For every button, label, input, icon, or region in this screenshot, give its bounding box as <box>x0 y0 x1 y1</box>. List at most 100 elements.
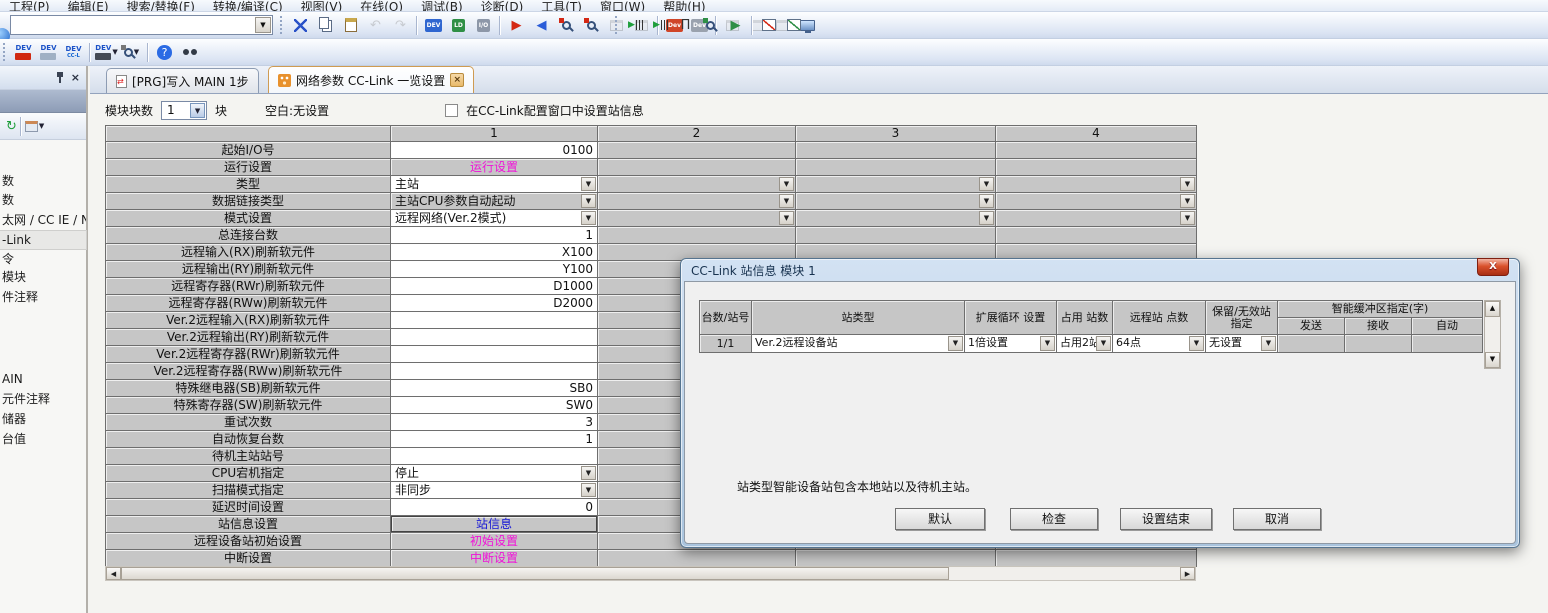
chevron-down-icon[interactable]: ▼ <box>1189 336 1204 351</box>
scroll-down-icon[interactable]: ▼ <box>1485 352 1500 368</box>
write-to-plc-icon[interactable]: ▶ <box>505 14 528 36</box>
menu-item[interactable]: 工具(T) <box>532 0 591 12</box>
param-link-cell[interactable]: 初始设置 <box>391 533 598 550</box>
paste-icon[interactable] <box>339 14 362 36</box>
close-tab-icon[interactable]: × <box>450 73 464 87</box>
chevron-down-icon[interactable]: ▼ <box>134 48 139 56</box>
sampling-trace-icon[interactable] <box>757 14 780 36</box>
param-value-cell[interactable]: 1 <box>391 227 598 244</box>
chevron-down-icon[interactable]: ▼ <box>979 194 994 208</box>
station-combo-cell[interactable]: 1倍设置▼ <box>965 335 1057 353</box>
find-icon[interactable] <box>178 41 201 63</box>
chevron-down-icon[interactable]: ▼ <box>779 211 794 225</box>
chevron-down-icon[interactable]: ▼ <box>255 17 271 33</box>
device-ccl-icon[interactable]: DEVCC-L <box>62 41 85 63</box>
toolbar-grip[interactable] <box>615 16 620 34</box>
device-test-icon[interactable]: ▶ <box>724 14 747 36</box>
verify-with-plc-icon[interactable] <box>555 14 578 36</box>
param-value-cell[interactable]: 1 <box>391 431 598 448</box>
menu-item[interactable]: 转换/编译(C) <box>204 0 292 12</box>
param-value-cell[interactable] <box>391 312 598 329</box>
param-combo-cell[interactable]: ▼ <box>796 193 996 210</box>
read-from-plc-icon[interactable]: ◀ <box>530 14 553 36</box>
chevron-down-icon[interactable]: ▼ <box>979 177 994 191</box>
sidebar-item[interactable]: 数 <box>0 172 86 190</box>
param-combo-cell[interactable]: ▼ <box>598 210 796 227</box>
toolbar-grip[interactable] <box>280 16 285 34</box>
monitor-start-icon[interactable]: ▶ <box>624 14 647 36</box>
chevron-down-icon[interactable]: ▼ <box>779 194 794 208</box>
zoom-search-icon[interactable]: ▼ <box>120 41 143 63</box>
chevron-down-icon[interactable]: ▼ <box>581 211 596 225</box>
menu-item[interactable]: 窗口(W) <box>591 0 654 12</box>
param-value-cell[interactable] <box>391 346 598 363</box>
chevron-down-icon[interactable]: ▼ <box>190 103 205 118</box>
param-combo-cell[interactable]: ▼ <box>598 176 796 193</box>
dialog-close-button[interactable]: X <box>1477 258 1509 276</box>
menu-item[interactable]: 视图(V) <box>292 0 352 12</box>
menu-item[interactable]: 调试(B) <box>412 0 472 12</box>
sidebar-item[interactable]: 令 <box>0 250 86 268</box>
param-value-cell[interactable]: 3 <box>391 414 598 431</box>
undo-icon[interactable]: ↶ <box>364 14 387 36</box>
scroll-left-icon[interactable]: ◀ <box>106 567 121 580</box>
chevron-down-icon[interactable]: ▼ <box>1180 177 1195 191</box>
scan-time-chart-icon[interactable] <box>782 14 805 36</box>
refresh-icon[interactable]: ↻ <box>6 119 17 134</box>
station-info-link-cell[interactable]: 站信息 <box>391 516 598 533</box>
device-display-icon[interactable]: DEV▼ <box>95 41 118 63</box>
param-combo-cell[interactable]: ▼ <box>598 193 796 210</box>
param-combo-cell[interactable]: ▼ <box>996 176 1197 193</box>
param-combo-cell[interactable]: 停止▼ <box>391 465 598 482</box>
view-filter-icon[interactable] <box>25 121 38 132</box>
param-link-cell[interactable]: 中断设置 <box>391 550 598 567</box>
sidebar-item[interactable]: 台值 <box>0 430 86 448</box>
param-value-cell[interactable]: SB0 <box>391 380 598 397</box>
setting-end-button[interactable]: 设置结束 <box>1120 508 1212 530</box>
tab-network-parameter-cclink[interactable]: 网络参数 CC-Link 一览设置 × <box>268 66 474 93</box>
sidebar-item[interactable]: 数 <box>0 191 86 209</box>
sidebar-item[interactable]: 模块 <box>0 268 86 286</box>
chevron-down-icon[interactable]: ▼ <box>1096 336 1111 351</box>
param-value-cell[interactable] <box>391 329 598 346</box>
param-combo-cell[interactable]: 远程网络(Ver.2模式)▼ <box>391 210 598 227</box>
default-button[interactable]: 默认 <box>895 508 985 530</box>
check-button[interactable]: 检查 <box>1010 508 1098 530</box>
param-value-cell[interactable]: D1000 <box>391 278 598 295</box>
cclink-config-window-checkbox[interactable] <box>445 104 458 117</box>
sidebar-item[interactable]: 储器 <box>0 410 86 428</box>
param-combo-cell[interactable]: 主站▼ <box>391 176 598 193</box>
sidebar-item[interactable]: 件注释 <box>0 288 86 306</box>
chevron-down-icon[interactable]: ▼ <box>1180 194 1195 208</box>
station-table-scrollbar[interactable]: ▲ ▼ <box>1484 300 1501 369</box>
sidebar-item[interactable]: 太网 / CC IE / N <box>0 211 86 229</box>
param-value-cell[interactable] <box>391 363 598 380</box>
param-value-cell[interactable]: Y100 <box>391 261 598 278</box>
menu-item[interactable]: 编辑(E) <box>59 0 118 12</box>
sidebar-item[interactable]: 元件注释 <box>0 390 86 408</box>
chevron-down-icon[interactable]: ▼ <box>1261 336 1276 351</box>
chevron-down-icon[interactable]: ▼ <box>39 122 44 130</box>
monitor-stop-icon[interactable]: ▶ <box>649 14 672 36</box>
param-value-cell[interactable]: D2000 <box>391 295 598 312</box>
station-combo-cell[interactable]: 占用2站▼ <box>1057 335 1113 353</box>
param-combo-cell[interactable]: ▼ <box>796 176 996 193</box>
device-memory-icon[interactable]: DEV <box>12 41 35 63</box>
watch-window-icon[interactable] <box>699 14 722 36</box>
param-combo-cell[interactable]: ▼ <box>996 210 1197 227</box>
redo-icon[interactable]: ↷ <box>389 14 412 36</box>
station-combo-cell[interactable]: 无设置▼ <box>1206 335 1278 353</box>
pulse-monitor-icon[interactable]: П <box>674 14 697 36</box>
param-combo-cell[interactable]: 非同步▼ <box>391 482 598 499</box>
chevron-down-icon[interactable]: ▼ <box>1040 336 1055 351</box>
chevron-down-icon[interactable]: ▼ <box>581 466 596 480</box>
param-link-cell[interactable]: 运行设置 <box>391 159 598 176</box>
station-combo-cell[interactable]: 64点▼ <box>1113 335 1206 353</box>
pin-icon[interactable] <box>55 71 65 84</box>
scroll-right-icon[interactable]: ▶ <box>1180 567 1195 580</box>
chevron-down-icon[interactable]: ▼ <box>112 48 117 56</box>
chevron-down-icon[interactable]: ▼ <box>581 483 596 497</box>
menu-item[interactable]: 帮助(H) <box>654 0 714 12</box>
sidebar-item[interactable]: AIN <box>0 370 86 388</box>
menu-item[interactable]: 诊断(D) <box>472 0 533 12</box>
